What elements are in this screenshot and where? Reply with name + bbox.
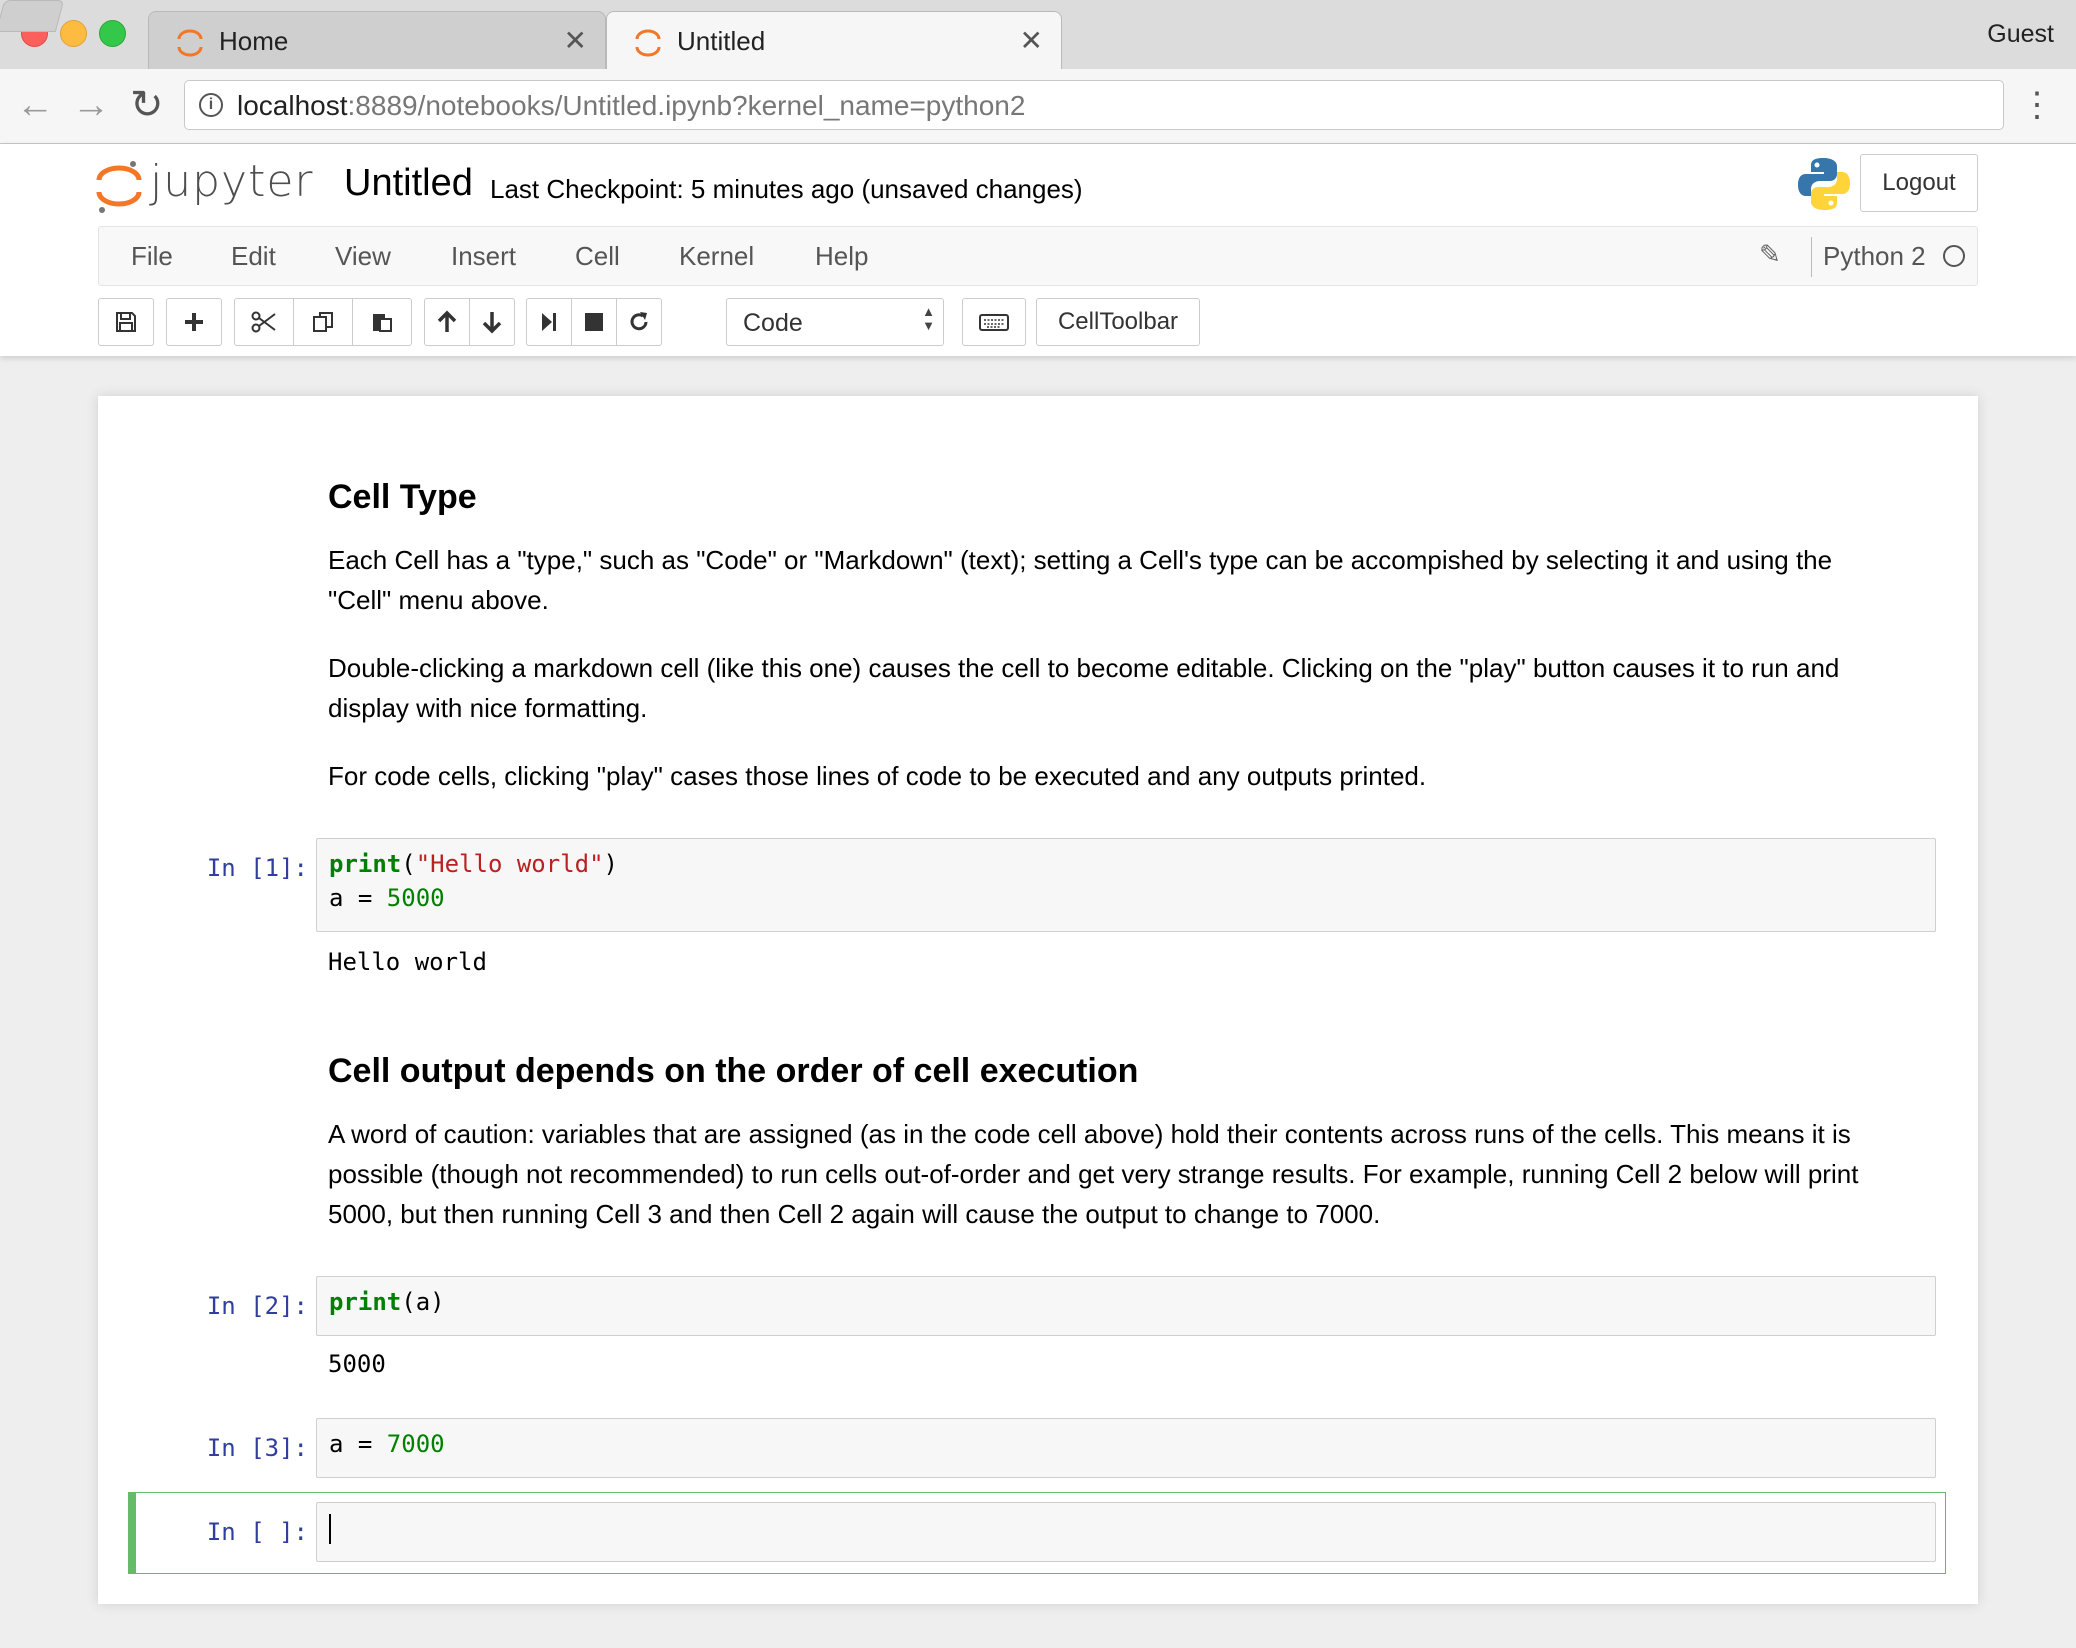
save-icon [116,312,136,332]
cell-type-value: Code [743,309,803,337]
reload-icon[interactable]: ↻ [130,83,164,127]
markdown-heading: Cell Type [328,478,477,516]
menu-kernel[interactable]: Kernel [679,241,754,272]
keyboard-icon [979,314,1009,331]
notebook-menubar: File Edit View Insert Cell Kernel Help ✎… [98,226,1978,286]
menu-view[interactable]: View [335,241,391,272]
refresh-icon [630,312,648,331]
back-arrow-icon[interactable]: ← [16,83,54,127]
menu-insert[interactable]: Insert [451,241,516,272]
address-bar[interactable]: i localhost:8889/notebooks/Untitled.ipyn… [184,80,2004,130]
arrow-down-icon [482,312,502,334]
code-input[interactable]: a = 7000 [316,1418,1936,1478]
kernel-name[interactable]: Python 2 [1823,241,1926,272]
run-cell-button[interactable] [526,298,572,346]
info-icon[interactable]: i [199,93,223,117]
close-tab-icon[interactable]: ✕ [564,24,587,57]
code-input[interactable]: print("Hello world") a = 5000 [316,838,1936,932]
command-palette-button[interactable] [962,298,1026,346]
forward-arrow-icon[interactable]: → [72,83,110,127]
markdown-paragraph: A word of caution: variables that are as… [328,1119,1859,1229]
close-tab-icon[interactable]: ✕ [1020,24,1043,57]
kernel-separator [1811,237,1812,277]
input-prompt: In [3]: [206,1434,308,1462]
url-text[interactable]: localhost:8889/notebooks/Untitled.ipynb?… [237,90,1025,122]
kernel-idle-indicator-icon [1943,245,1965,267]
tab-home[interactable]: Home ✕ [148,11,606,69]
markdown-paragraph: Double-clicking a markdown cell (like th… [328,653,1840,723]
save-button[interactable] [98,298,154,346]
menu-help[interactable]: Help [815,241,868,272]
jupyter-favicon-icon [177,29,203,57]
browser-toolbar: ← → ↻ i localhost:8889/notebooks/Untitle… [0,69,2076,144]
arrow-up-icon [437,310,457,332]
notebook-name[interactable]: Untitled [344,162,473,205]
tab-untitled[interactable]: Untitled ✕ [606,11,1062,69]
browser-menu-icon[interactable]: ⋮ [2020,83,2054,127]
input-prompt: In [1]: [206,854,308,882]
jupyter-favicon-icon [635,29,661,57]
logout-button[interactable]: Logout [1860,154,1978,212]
markdown-paragraph: For code cells, clicking "play" cases th… [328,761,1427,791]
cell-output: 5000 [328,1350,386,1378]
menu-edit[interactable]: Edit [231,241,276,272]
menu-file[interactable]: File [131,241,173,272]
input-prompt: In [2]: [206,1292,308,1320]
menu-cell[interactable]: Cell [575,241,620,272]
new-tab-button[interactable] [0,0,65,32]
code-input[interactable]: print(a) [316,1276,1936,1336]
markdown-paragraph: Each Cell has a "type," such as "Code" o… [328,545,1833,615]
python-logo-icon [1798,158,1850,210]
browser-tab-strip: Home ✕ Untitled ✕ Guest [0,0,2076,69]
profile-label[interactable]: Guest [1987,20,2054,49]
paste-icon [373,314,392,332]
paste-button[interactable] [352,298,412,346]
input-prompt: In [ ]: [206,1518,308,1546]
cut-button[interactable] [234,298,294,346]
interrupt-kernel-button[interactable] [571,298,617,346]
copy-button[interactable] [293,298,353,346]
code-input[interactable] [316,1502,1936,1562]
insert-cell-button[interactable] [166,298,222,346]
jupyter-logo-icon[interactable] [96,158,142,214]
text-cursor [329,1514,331,1544]
cell-output: Hello world [328,948,487,976]
copy-icon [313,312,333,332]
markdown-heading: Cell output depends on the order of cell… [328,1052,1139,1090]
maximize-window-button[interactable] [99,20,126,47]
jupyter-header: jupyter Untitled Last Checkpoint: 5 minu… [0,144,2076,356]
checkpoint-status: Last Checkpoint: 5 minutes ago (unsaved … [490,174,1083,204]
scissors-icon [251,311,276,333]
select-arrows-icon: ▲ ▼ [922,304,935,333]
cell-type-select[interactable]: Code ▲ ▼ [726,298,944,346]
jupyter-logo-text[interactable]: jupyter [150,156,314,207]
plus-icon [185,313,203,331]
celltoolbar-button[interactable]: CellToolbar [1036,298,1200,346]
move-up-button[interactable] [424,298,470,346]
minimize-window-button[interactable] [60,20,87,47]
step-forward-icon [542,313,556,331]
tab-label: Untitled [677,26,766,56]
edit-mode-pencil-icon: ✎ [1759,239,1781,269]
tab-label: Home [219,26,289,56]
move-down-button[interactable] [469,298,515,346]
restart-kernel-button[interactable] [616,298,662,346]
notebook-container: Cell Type Each Cell has a "type," such a… [98,396,1978,1604]
stop-icon [585,313,603,331]
